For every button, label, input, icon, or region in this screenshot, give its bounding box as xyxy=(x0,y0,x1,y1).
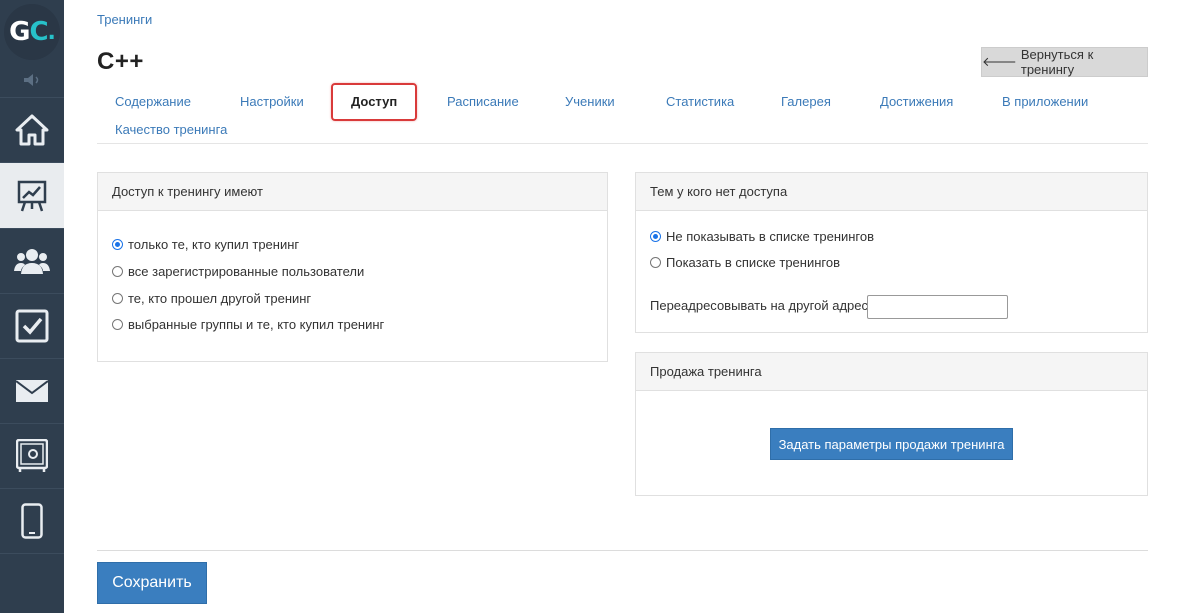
radio-button[interactable] xyxy=(112,319,123,330)
chart-board-icon xyxy=(17,180,47,211)
tabs: Содержание Настройки Доступ Расписание У… xyxy=(97,83,1148,144)
logo-mark: GC. xyxy=(4,4,60,60)
logo[interactable]: GC. xyxy=(0,0,64,64)
mail-icon xyxy=(16,380,48,402)
mobile-icon xyxy=(21,503,43,539)
no-access-option-show[interactable]: Показать в списке тренингов xyxy=(650,255,840,270)
tab-in-app[interactable]: В приложении xyxy=(1002,94,1088,109)
back-to-training-button[interactable]: 🡐 Вернуться к тренингу xyxy=(981,47,1148,77)
radio-button[interactable] xyxy=(112,293,123,304)
sidebar-item-mail[interactable] xyxy=(0,358,64,423)
sale-panel-title: Продажа тренинга xyxy=(636,353,1147,391)
redirect-url-input[interactable] xyxy=(867,295,1008,319)
sidebar-item-mobile[interactable] xyxy=(0,488,64,553)
tab-students[interactable]: Ученики xyxy=(565,94,615,109)
set-sale-params-button[interactable]: Задать параметры продажи тренинга xyxy=(770,428,1013,460)
no-access-panel-title: Тем у кого нет доступа xyxy=(636,173,1147,211)
no-access-panel: Тем у кого нет доступа Не показывать в с… xyxy=(635,172,1148,333)
access-panel-title: Доступ к тренингу имеют xyxy=(98,173,607,211)
checkbox-icon xyxy=(15,309,49,343)
redirect-label: Переадресовывать на другой адрес xyxy=(650,298,869,313)
save-button[interactable]: Сохранить xyxy=(97,562,207,604)
access-option-other-training[interactable]: те, кто прошел другой тренинг xyxy=(112,291,311,306)
sale-panel: Продажа тренинга Задать параметры продаж… xyxy=(635,352,1148,496)
tab-schedule[interactable]: Расписание xyxy=(447,94,519,109)
radio-button[interactable] xyxy=(650,231,661,242)
tab-content[interactable]: Содержание xyxy=(115,94,191,109)
sidebar-item-safe[interactable] xyxy=(0,423,64,488)
tab-training-quality[interactable]: Качество тренинга xyxy=(115,122,227,137)
access-option-registered[interactable]: все зарегистрированные пользователи xyxy=(112,264,364,279)
tab-achievements[interactable]: Достижения xyxy=(880,94,953,109)
sidebar: GC. xyxy=(0,0,64,613)
users-icon xyxy=(14,249,50,274)
sidebar-item-home[interactable] xyxy=(0,97,64,162)
sidebar-item-empty xyxy=(0,553,64,613)
sidebar-item-users[interactable] xyxy=(0,228,64,293)
divider xyxy=(97,550,1148,551)
sidebar-item-tasks[interactable] xyxy=(0,293,64,358)
access-option-groups[interactable]: выбранные группы и те, кто купил тренинг xyxy=(112,317,384,332)
radio-button[interactable] xyxy=(112,239,123,250)
sidebar-item-trainings[interactable] xyxy=(0,162,64,228)
tab-gallery[interactable]: Галерея xyxy=(781,94,831,109)
access-panel: Доступ к тренингу имеют только те, кто к… xyxy=(97,172,608,362)
home-icon xyxy=(15,114,49,146)
tab-access[interactable]: Доступ xyxy=(331,83,418,121)
tab-settings[interactable]: Настройки xyxy=(240,94,304,109)
arrow-left-icon: 🡐 xyxy=(982,54,1017,69)
speaker-icon[interactable] xyxy=(0,64,64,96)
page-title: C++ xyxy=(97,48,144,75)
radio-button[interactable] xyxy=(650,257,661,268)
safe-icon xyxy=(16,439,48,472)
tab-statistics[interactable]: Статистика xyxy=(666,94,734,109)
breadcrumb[interactable]: Тренинги xyxy=(97,12,152,27)
radio-button[interactable] xyxy=(112,266,123,277)
no-access-option-hide[interactable]: Не показывать в списке тренингов xyxy=(650,229,874,244)
access-option-purchased[interactable]: только те, кто купил тренинг xyxy=(112,237,299,252)
